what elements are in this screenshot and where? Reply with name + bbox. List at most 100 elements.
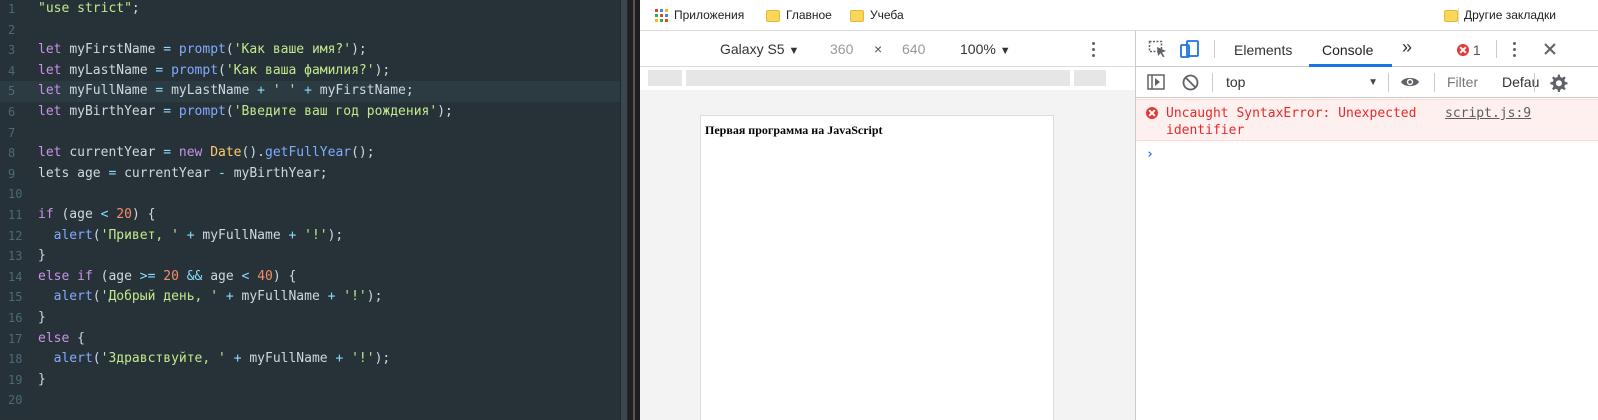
- code-token: ' ': [272, 83, 305, 99]
- close-icon[interactable]: [1542, 41, 1558, 60]
- context-select[interactable]: top ▼: [1222, 71, 1384, 94]
- code-token: myLastName: [171, 83, 258, 99]
- console-error-message[interactable]: Uncaught SyntaxError: Unexpected identif…: [1136, 99, 1598, 141]
- code-token: }: [38, 310, 46, 325]
- code-token: ;: [405, 83, 414, 99]
- code-line[interactable]: 18 alert('Здравствуйте, ' + myFullName +…: [0, 349, 628, 370]
- code-token: let: [38, 42, 70, 58]
- code-line[interactable]: 13}: [0, 246, 628, 267]
- clear-console-icon[interactable]: [1182, 74, 1199, 94]
- media-query-segment[interactable]: [648, 70, 682, 86]
- bookmark-label: Учеба: [870, 8, 904, 22]
- code-token: =: [108, 165, 125, 181]
- code-token: 40: [257, 268, 273, 284]
- error-circle-icon: [1146, 107, 1158, 122]
- code-line[interactable]: 20: [0, 390, 628, 411]
- code-token: currentYear: [124, 165, 219, 181]
- pane-splitter[interactable]: [628, 0, 640, 420]
- media-query-segment[interactable]: [686, 70, 1070, 86]
- device-toggle-icon[interactable]: [1180, 39, 1200, 62]
- code-token: <: [100, 207, 117, 222]
- code-line[interactable]: 11 if (age < 20) {: [0, 205, 628, 226]
- tab-console[interactable]: Console: [1322, 41, 1373, 59]
- line-number: 5: [8, 84, 16, 99]
- device-screen[interactable]: Первая программа на JavaScript: [700, 115, 1054, 420]
- editor-scrollbar-thumb[interactable]: [621, 0, 627, 420]
- code-token: +: [304, 83, 320, 99]
- line-number: 13: [8, 249, 23, 264]
- error-text: Uncaught SyntaxError: Unexpected identif…: [1166, 106, 1417, 138]
- code-token: +: [335, 351, 352, 367]
- bookmark-other[interactable]: Другие закладки: [1444, 7, 1556, 24]
- settings-gear-icon[interactable]: [1548, 73, 1568, 96]
- bookmark-apps[interactable]: Приложения: [655, 7, 744, 24]
- line-number: 2: [8, 22, 16, 37]
- code-token: }: [38, 371, 46, 387]
- media-query-bar[interactable]: [640, 67, 1135, 90]
- code-line[interactable]: 8 let currentYear = new Date().getFullYea…: [0, 143, 628, 164]
- code-token: (: [218, 62, 226, 78]
- code-line[interactable]: 19}: [0, 370, 628, 391]
- filter-input[interactable]: Filter Defau: [1447, 71, 1539, 94]
- code-token: ) {: [272, 268, 297, 284]
- line-number: 1: [8, 2, 16, 16]
- code-token: ) {: [131, 207, 156, 222]
- height-input[interactable]: 640: [902, 40, 925, 58]
- code-text: let myFullName = myLastName + ' ' + myFi…: [38, 81, 414, 102]
- code-token: (: [92, 289, 101, 305]
- code-line[interactable]: 4 let myLastName = prompt('Как ваша фамил…: [0, 61, 628, 82]
- code-line[interactable]: 1 "use strict";: [0, 0, 628, 20]
- code-line[interactable]: 5 let myFullName = myLastName + ' ' + myF…: [0, 81, 628, 102]
- zoom-value: 100%: [960, 41, 996, 57]
- code-token: {: [77, 330, 85, 346]
- code-line[interactable]: 6 let myBirthYear = prompt('Введите ваш г…: [0, 102, 628, 123]
- line-number: 9: [8, 166, 16, 181]
- bookmark-folder-study[interactable]: Учеба: [850, 7, 904, 24]
- code-line[interactable]: 3 let myFirstName = prompt('Как ваше имя?…: [0, 40, 628, 61]
- code-line[interactable]: 17 else {: [0, 329, 628, 350]
- code-line[interactable]: 2: [0, 20, 628, 41]
- error-source-link[interactable]: script.js:9: [1445, 105, 1531, 122]
- code-token: currentYear: [69, 145, 164, 161]
- code-editor[interactable]: 1 "use strict"; 2 3 let myFirstName = prompt…: [0, 0, 628, 420]
- bookmark-folder-main[interactable]: Главное: [766, 7, 832, 24]
- more-options-icon[interactable]: [1092, 42, 1096, 60]
- code-token: myFirstName: [319, 83, 406, 99]
- code-line[interactable]: 12 alert('Привет, ' + myFullName + '!');: [0, 226, 628, 247]
- more-tabs-icon[interactable]: »: [1402, 38, 1412, 56]
- devtools-menu-icon[interactable]: [1513, 42, 1517, 60]
- editor-scrollbar[interactable]: [620, 0, 628, 420]
- line-number: 12: [8, 228, 23, 243]
- toolbar-divider: [1212, 73, 1213, 92]
- folder-icon: [766, 9, 780, 22]
- zoom-select[interactable]: 100% ▼: [960, 40, 1011, 58]
- inspect-element-icon[interactable]: [1148, 40, 1168, 61]
- width-input[interactable]: 360: [830, 40, 853, 58]
- live-expression-eye-icon[interactable]: [1400, 75, 1420, 92]
- code-text: alert('Привет, ' + myFullName + '!');: [38, 226, 344, 247]
- sidebar-toggle-icon[interactable]: [1147, 74, 1165, 93]
- code-line[interactable]: 7: [0, 123, 628, 144]
- code-token: prompt: [178, 42, 226, 58]
- toolbar-divider: [1434, 73, 1435, 92]
- code-token: );: [366, 289, 383, 305]
- code-line[interactable]: 14 else if (age >= 20 && age < 40) {: [0, 267, 628, 288]
- code-text: alert('Добрый день, ' + myFullName + '!'…: [38, 287, 383, 308]
- device-select[interactable]: Galaxy S5 ▼: [720, 40, 799, 58]
- console-prompt-icon[interactable]: ›: [1146, 147, 1154, 162]
- code-line[interactable]: 15 alert('Добрый день, ' + myFullName + …: [0, 287, 628, 308]
- code-token: );: [351, 42, 367, 58]
- folder-icon: [850, 9, 864, 22]
- code-line[interactable]: 10: [0, 184, 628, 205]
- error-counter[interactable]: 1: [1457, 41, 1481, 59]
- splitter-handle[interactable]: [633, 0, 635, 420]
- code-token: alert: [53, 351, 93, 367]
- media-query-segment[interactable]: [1074, 70, 1106, 86]
- code-token: ;: [319, 165, 328, 181]
- code-line[interactable]: 9 lets age = currentYear - myBirthYear;: [0, 164, 628, 185]
- code-token: lets age: [38, 165, 109, 181]
- code-token: myFullName: [249, 351, 336, 367]
- code-line[interactable]: 16}: [0, 308, 628, 329]
- tab-elements[interactable]: Elements: [1234, 41, 1292, 59]
